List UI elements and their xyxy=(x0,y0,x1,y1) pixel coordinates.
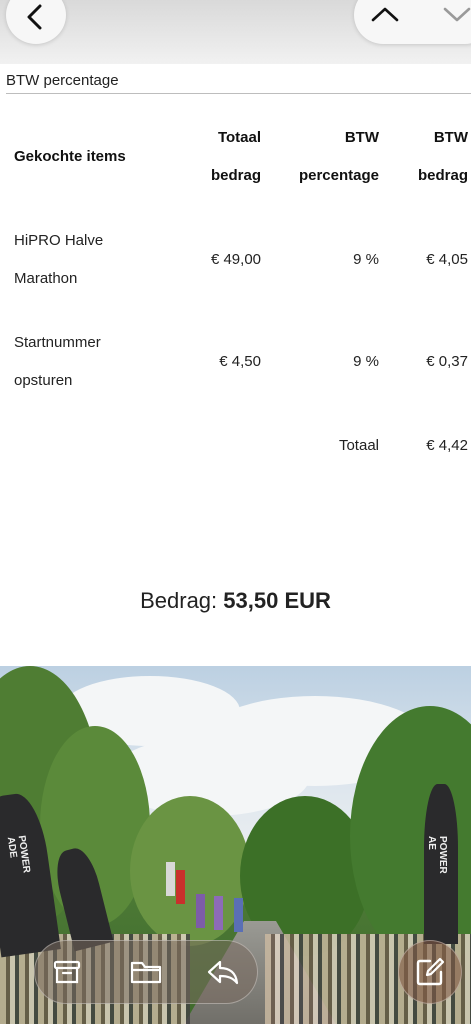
action-toolbar xyxy=(34,940,258,1004)
banner xyxy=(166,862,175,896)
chevron-up-icon[interactable] xyxy=(370,6,400,22)
flag-right-text: POWER AE xyxy=(426,836,448,874)
header-vat-amt-line1: BTW xyxy=(433,129,468,146)
header-vat-pct-line1: BTW xyxy=(344,129,379,146)
header-vat-pct-line2: percentage xyxy=(298,167,379,184)
email-subject: BTW percentage xyxy=(6,72,119,89)
row2-item-line2: opsturen xyxy=(14,372,73,389)
banner xyxy=(234,898,243,932)
amount-label: Bedrag: xyxy=(140,588,218,613)
compose-icon xyxy=(416,957,445,986)
header-items: Gekochte items xyxy=(14,148,126,165)
divider xyxy=(6,93,471,94)
row2-total: € 4,50 xyxy=(219,353,261,370)
reply-icon[interactable] xyxy=(206,958,240,986)
footer-total-value: € 4,42 xyxy=(426,437,468,454)
banner xyxy=(176,870,185,904)
message-navigation xyxy=(354,0,471,44)
compose-button[interactable] xyxy=(398,940,462,1004)
row2-vat-amt: € 0,37 xyxy=(426,353,468,370)
header-total-line1: Totaal xyxy=(217,129,261,146)
header-vat-amt-line2: bedrag xyxy=(417,167,468,184)
chevron-down-icon[interactable] xyxy=(442,6,471,22)
archive-icon[interactable] xyxy=(52,958,82,986)
row1-item-line1: HiPRO Halve xyxy=(14,232,104,249)
flag-right: POWER AE xyxy=(424,784,458,944)
folder-icon[interactable] xyxy=(129,958,163,986)
row1-total: € 49,00 xyxy=(210,251,261,268)
row2-item-line1: Startnummer xyxy=(14,334,101,351)
footer-total-label: Totaal xyxy=(338,437,379,454)
row1-item-line2: Marathon xyxy=(14,270,78,287)
flag-left-text: POWER ADE xyxy=(4,834,32,874)
amount-value: 53,50 EUR xyxy=(223,588,331,613)
chevron-left-icon xyxy=(27,4,42,30)
header-total-line2: bedrag xyxy=(210,167,261,184)
row1-vat-amt: € 4,05 xyxy=(426,251,468,268)
row1-vat-pct: 9 % xyxy=(353,251,379,268)
banner xyxy=(214,896,223,930)
amount-line: Bedrag: 53,50 EUR xyxy=(0,588,471,614)
row2-vat-pct: 9 % xyxy=(353,353,379,370)
banner xyxy=(196,894,205,928)
tree xyxy=(130,796,250,946)
